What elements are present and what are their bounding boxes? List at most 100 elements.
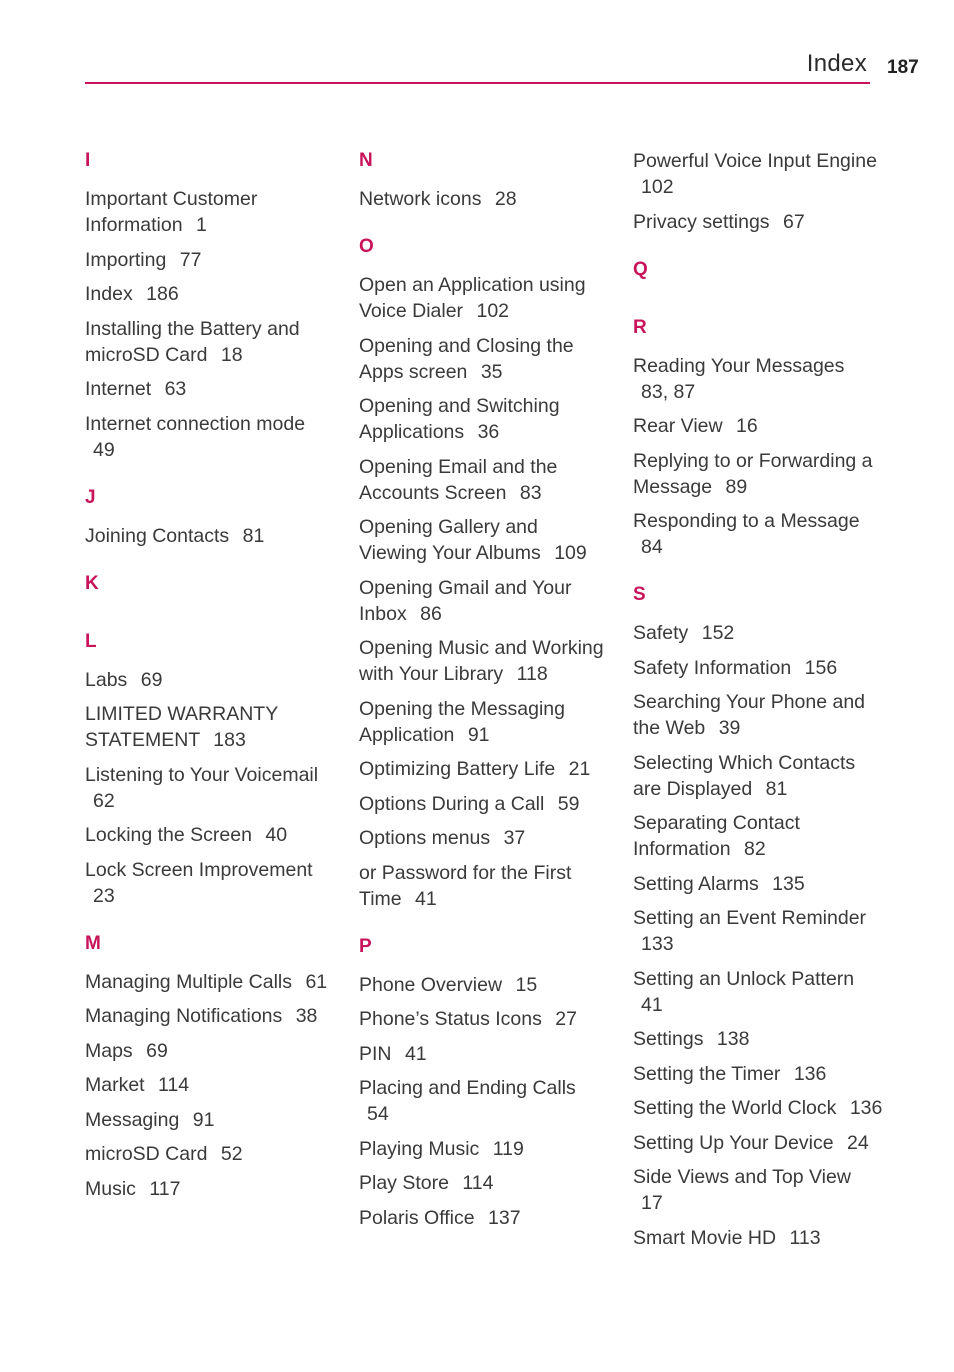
index-entry: Managing Notifications 38 xyxy=(85,1003,335,1029)
index-entry: Network icons 28 xyxy=(359,186,609,212)
index-entry: Phone’s Status Icons 27 xyxy=(359,1006,609,1032)
entry-text: Internet xyxy=(85,378,152,400)
entry-text: Managing Multiple Calls xyxy=(85,970,293,993)
section-letter: M xyxy=(85,932,101,954)
index-entry: Playing Music 119 xyxy=(359,1136,609,1162)
entry-page-number: 59 xyxy=(557,792,580,815)
entry-page-number: 61 xyxy=(305,970,328,993)
entry-page-number: 135 xyxy=(772,872,805,895)
index-entry: Installing the Battery and microSD Card … xyxy=(85,316,335,368)
entry-text: Placing and Ending Calls xyxy=(359,1077,576,1099)
index-entry: Opening and Switching Applications 36 xyxy=(359,393,609,445)
index-entry: Privacy settings 67 xyxy=(633,209,883,235)
index-entry: Maps 69 xyxy=(85,1038,335,1064)
section-letter: I xyxy=(85,150,91,171)
section-letter: Q xyxy=(633,258,648,280)
index-entry: or Password for the First Time 41 xyxy=(359,860,609,912)
index-entry: Internet connection mode 49 xyxy=(85,411,335,463)
index-entry: Setting the World Clock 136 xyxy=(633,1095,883,1121)
section-letter: J xyxy=(85,486,96,508)
index-entry: Managing Multiple Calls 61 xyxy=(85,969,335,995)
entry-text: Selecting Which Contacts are Displayed xyxy=(633,751,856,800)
entry-page-number: 136 xyxy=(849,1097,883,1119)
entry-text: Opening and Switching Applications xyxy=(359,395,560,443)
entry-page-number: 133 xyxy=(641,933,674,955)
entry-text: Setting the Timer xyxy=(633,1062,781,1085)
entry-page-number: 118 xyxy=(516,663,548,685)
index-entry: Reading Your Messages 83, 87 xyxy=(633,353,883,405)
entry-text: Setting Alarms xyxy=(633,872,759,895)
index-entry: Smart Movie HD 113 xyxy=(633,1225,883,1251)
index-entry: Play Store 114 xyxy=(359,1170,609,1196)
entry-text: Opening Music and Working with Your Libr… xyxy=(359,637,604,685)
entry-page-number: 82 xyxy=(743,838,766,860)
entry-text: Responding to a Message xyxy=(633,510,860,532)
entry-page-number: 91 xyxy=(467,723,490,746)
index-entry: Listening to Your Voicemail 62 xyxy=(85,762,335,814)
entry-page-number: 41 xyxy=(415,887,437,910)
entry-text: Joining Contacts xyxy=(85,524,230,547)
entry-page-number: 36 xyxy=(477,421,500,443)
section-letter: S xyxy=(633,584,646,605)
entry-page-number: 41 xyxy=(641,993,663,1016)
index-entry: Opening Gmail and Your Inbox 86 xyxy=(359,575,609,627)
entry-text: Installing the Battery and microSD Card xyxy=(85,317,300,366)
entry-page-number: 23 xyxy=(93,884,115,907)
index-entry: Opening Music and Working with Your Libr… xyxy=(359,635,609,687)
entry-text: Setting Up Your Device xyxy=(633,1131,834,1154)
entry-text: Managing Notifications xyxy=(85,1005,283,1027)
entry-page-number: 62 xyxy=(93,789,115,812)
section-letter: N xyxy=(359,150,373,171)
entry-text: Polaris Office xyxy=(359,1206,475,1229)
entry-text: Reading Your Messages xyxy=(633,354,845,377)
index-entry: Music 117 xyxy=(85,1176,335,1202)
index-section-r: R Reading Your Messages 83, 87 Rear View 1… xyxy=(633,315,883,561)
entry-page-number: 69 xyxy=(140,668,163,691)
section-letter: R xyxy=(633,316,647,338)
entry-page-number: 86 xyxy=(420,602,442,625)
index-entry: Selecting Which Contacts are Displayed 8… xyxy=(633,750,883,802)
entry-page-number: 52 xyxy=(220,1143,243,1165)
entry-text: Play Store xyxy=(359,1172,449,1194)
index-section-n: N Network icons 28 xyxy=(359,148,609,212)
entry-page-number: 40 xyxy=(265,824,288,846)
entry-page-number: 38 xyxy=(295,1005,318,1027)
entry-text: Safety xyxy=(633,622,689,644)
index-section-s: S Safety 152 Safety Information 156 Searchi… xyxy=(633,582,883,1251)
entry-text: Messaging xyxy=(85,1108,180,1131)
index-entry: Replying to or Forwarding a Message 89 xyxy=(633,448,883,500)
index-entry: Setting Up Your Device 24 xyxy=(633,1130,883,1156)
section-letter: K xyxy=(85,572,99,594)
index-entry: Index 186 xyxy=(85,281,335,307)
section-letter: O xyxy=(359,236,374,257)
index-section-continued: Powerful Voice Input Engine 102 Privacy s… xyxy=(633,148,883,235)
index-entry: Lock Screen Improvement 23 xyxy=(85,857,335,909)
index-entry: Powerful Voice Input Engine 102 xyxy=(633,148,883,200)
entry-text: Open an Application using Voice Dialer xyxy=(359,274,586,322)
entry-page-number: 186 xyxy=(146,283,179,305)
entry-page-number: 21 xyxy=(568,758,591,780)
index-entry: Locking the Screen 40 xyxy=(85,822,335,848)
entry-text: Opening the Messaging Application xyxy=(359,697,565,746)
entry-text: Smart Movie HD xyxy=(633,1226,777,1249)
entry-text: Lock Screen Improvement xyxy=(85,858,313,881)
entry-text: Opening Gallery and Viewing Your Albums xyxy=(359,516,541,564)
entry-page-number: 15 xyxy=(515,973,538,996)
entry-text: Locking the Screen xyxy=(85,824,252,846)
index-entry: PIN 41 xyxy=(359,1041,609,1067)
entry-page-number: 109 xyxy=(554,542,587,564)
entry-page-number: 77 xyxy=(179,248,202,271)
index-column-2: N Network icons 28 O Open an Application us… xyxy=(359,148,609,1253)
index-column-3: Powerful Voice Input Engine 102 Privacy s… xyxy=(633,148,883,1273)
entry-text: Rear View xyxy=(633,415,723,437)
entry-page-number: 89 xyxy=(725,475,748,498)
entry-text: Listening to Your Voicemail xyxy=(85,763,319,786)
index-section-o: O Open an Application using Voice Dialer … xyxy=(359,234,609,912)
entry-text: microSD Card xyxy=(85,1143,208,1165)
index-section-i: I Important Customer Information 1 Importi… xyxy=(85,148,335,463)
entry-text: Searching Your Phone and the Web xyxy=(633,691,866,739)
page-title: Index xyxy=(806,50,867,77)
entry-text: Importing xyxy=(85,248,167,271)
entry-page-number: 114 xyxy=(462,1172,494,1194)
entry-page-number: 63 xyxy=(164,378,187,400)
